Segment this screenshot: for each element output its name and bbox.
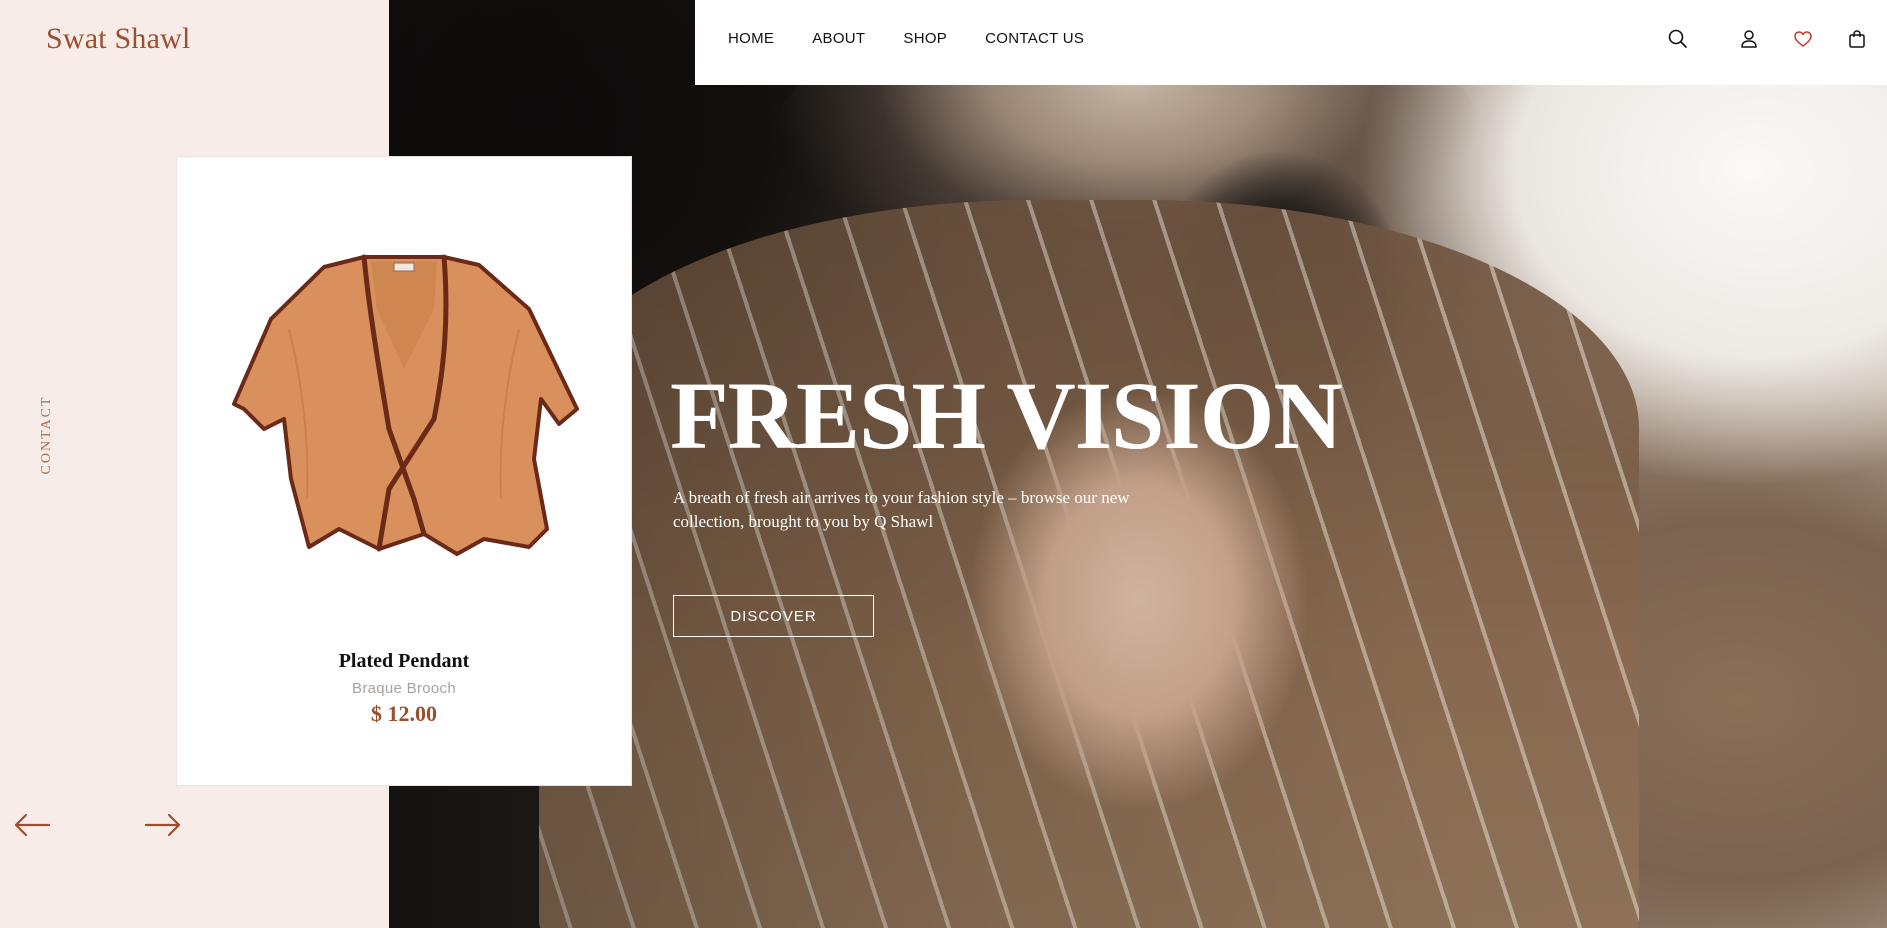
search-icon[interactable] bbox=[1667, 28, 1689, 50]
discover-button[interactable]: DISCOVER bbox=[673, 595, 874, 637]
hero-title: FRESH VISION bbox=[670, 362, 1343, 469]
product-name[interactable]: Plated Pendant bbox=[177, 650, 631, 673]
product-card[interactable]: Plated Pendant Braque Brooch $ 12.00 bbox=[176, 156, 632, 786]
hero-subtitle: A breath of fresh air arrives to your fa… bbox=[673, 488, 1130, 531]
product-image[interactable] bbox=[229, 249, 579, 579]
arrow-left-icon[interactable] bbox=[13, 812, 51, 838]
arrow-right-icon[interactable] bbox=[144, 812, 182, 838]
contact-vertical-link[interactable]: CONTACT bbox=[39, 390, 55, 480]
page: Swat Shawl CONTACT HOME ABOUT SHOP CONTA… bbox=[0, 0, 1887, 928]
header-icons bbox=[695, 28, 1887, 52]
bag-icon[interactable] bbox=[1846, 28, 1868, 50]
site-logo[interactable]: Swat Shawl bbox=[46, 22, 191, 56]
heart-icon[interactable] bbox=[1792, 28, 1814, 50]
product-price: $ 12.00 bbox=[371, 701, 437, 726]
product-subtitle: Braque Brooch bbox=[352, 680, 456, 697]
user-icon[interactable] bbox=[1738, 28, 1760, 50]
top-navigation-bar: HOME ABOUT SHOP CONTACT US bbox=[695, 0, 1887, 85]
